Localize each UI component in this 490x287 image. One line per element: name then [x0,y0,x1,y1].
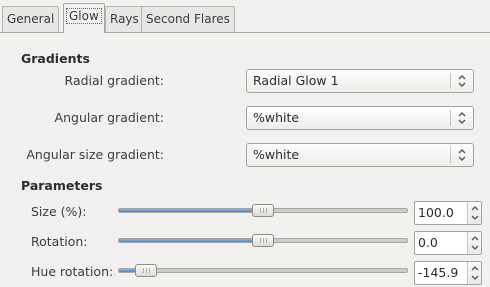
angular-size-gradient-value: %white [253,147,300,162]
spin-buttons[interactable] [467,202,481,224]
rotation-slider-thumb[interactable] [252,234,274,247]
tab-glow[interactable]: Glow [63,3,105,33]
hue-rotation-spinbutton[interactable]: -145.9 [414,261,482,285]
spin-updown-icon [471,206,479,220]
radial-gradient-combo[interactable]: Radial Glow 1 [246,69,474,93]
hue-rotation-slider[interactable] [118,268,408,273]
tab-rays[interactable]: Rays [105,6,144,32]
updown-chevron-icon [458,149,466,161]
angular-gradient-combo[interactable]: %white [246,106,474,130]
rotation-label: Rotation: [31,234,88,249]
angular-gradient-value: %white [253,110,300,125]
glow-panel: Gradients Radial gradient: Radial Glow 1… [0,32,490,287]
tab-general[interactable]: General [2,6,60,32]
gradients-heading: Gradients [21,51,90,66]
size-slider-thumb[interactable] [252,204,274,217]
hue-rotation-label: Hue rotation: [31,264,114,279]
angular-size-gradient-label: Angular size gradient: [26,147,164,162]
hue-rotation-value: -145.9 [418,265,459,280]
size-label: Size (%): [31,204,87,219]
tab-bar: General Glow Rays Second Flares [0,0,490,33]
size-slider-fill [119,209,264,212]
tab-general-label: General [7,12,55,26]
rotation-spinbutton[interactable]: 0.0 [414,231,482,255]
spin-buttons[interactable] [467,232,481,254]
spin-updown-icon [471,266,479,280]
rotation-value: 0.0 [418,235,438,250]
combo-separator [450,147,451,163]
hue-rotation-slider-thumb[interactable] [134,264,157,277]
parameters-heading: Parameters [21,178,103,193]
updown-chevron-icon [458,75,466,87]
radial-gradient-label: Radial gradient: [64,73,164,88]
updown-chevron-icon [458,112,466,124]
tab-second-flares-label: Second Flares [146,12,230,26]
tab-rays-label: Rays [110,12,139,26]
tab-second-flares[interactable]: Second Flares [141,6,235,32]
spin-updown-icon [471,236,479,250]
combo-separator [450,110,451,126]
tab-glow-label: Glow [66,8,102,24]
angular-size-gradient-combo[interactable]: %white [246,143,474,167]
rotation-slider-fill [119,239,264,242]
combo-separator [450,73,451,89]
spin-buttons[interactable] [467,262,481,284]
radial-gradient-value: Radial Glow 1 [253,73,339,88]
angular-gradient-label: Angular gradient: [54,110,164,125]
size-spinbutton[interactable]: 100.0 [414,201,482,225]
size-value: 100.0 [418,205,454,220]
